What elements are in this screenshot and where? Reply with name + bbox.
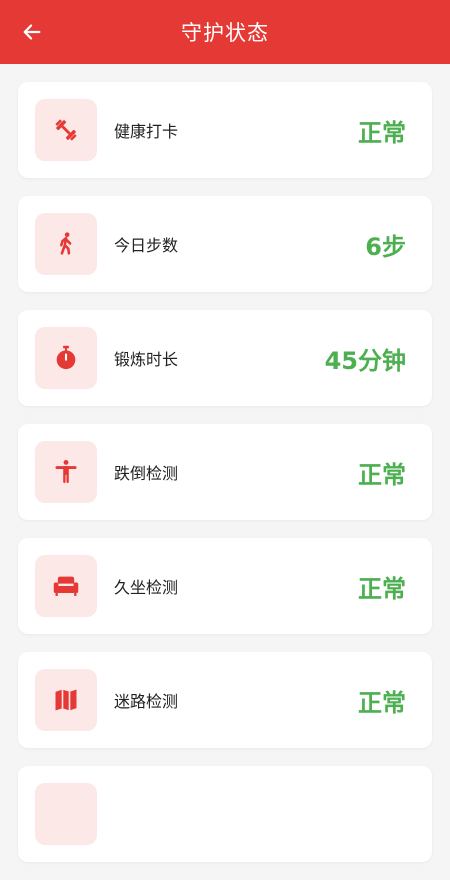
status-label: 健康打卡 (114, 122, 179, 141)
app-header: 守护状态 (0, 0, 450, 64)
stopwatch-icon (56, 345, 76, 370)
icon-container (35, 213, 97, 275)
status-value: 6步 (365, 232, 406, 261)
person-arms-out-icon (55, 459, 77, 484)
map-icon (55, 689, 77, 711)
walking-person-icon (60, 232, 72, 255)
status-value: 正常 (358, 460, 406, 489)
status-label: 今日步数 (114, 236, 179, 255)
status-card-steps[interactable]: 今日步数 6步 (18, 196, 432, 292)
icon-container (35, 783, 97, 845)
icon-container (35, 99, 97, 161)
status-card-partial[interactable] (18, 766, 432, 862)
status-value: 45分钟 (324, 346, 406, 375)
status-value: 正常 (358, 688, 406, 717)
sofa-icon (53, 576, 79, 596)
icon-container (35, 669, 97, 731)
status-label: 锻炼时长 (114, 350, 179, 369)
status-list: 健康打卡 正常 今日步数 6步 锻炼时长 45分钟 跌倒检测 正常 久坐检测 正… (18, 82, 432, 880)
icon-container (35, 327, 97, 389)
status-label: 久坐检测 (114, 578, 179, 597)
back-button[interactable] (18, 18, 46, 46)
status-card-exercise-duration[interactable]: 锻炼时长 45分钟 (18, 310, 432, 406)
dumbbell-icon (55, 119, 77, 141)
status-card-health-checkin[interactable]: 健康打卡 正常 (18, 82, 432, 178)
icon-container (35, 555, 97, 617)
status-label: 跌倒检测 (114, 464, 179, 483)
status-card-sedentary-detection[interactable]: 久坐检测 正常 (18, 538, 432, 634)
status-value: 正常 (358, 118, 406, 147)
status-value: 正常 (358, 574, 406, 603)
status-card-lost-detection[interactable]: 迷路检测 正常 (18, 652, 432, 748)
page-title: 守护状态 (181, 21, 269, 45)
arrow-left-icon (23, 24, 41, 40)
status-label: 迷路检测 (114, 692, 179, 711)
icon-container (35, 441, 97, 503)
status-card-fall-detection[interactable]: 跌倒检测 正常 (18, 424, 432, 520)
